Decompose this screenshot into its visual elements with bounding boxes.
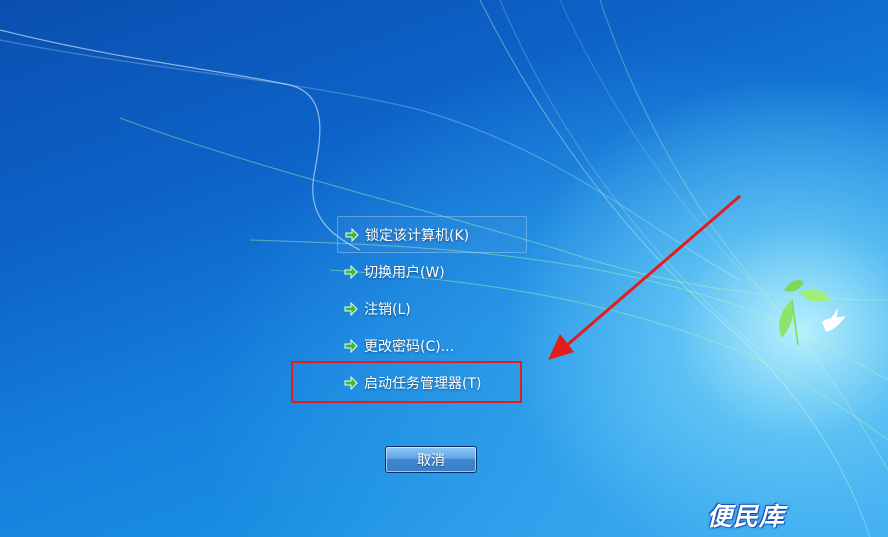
cancel-button[interactable]: 取消 xyxy=(385,446,477,473)
watermark-logo: 便民库 xyxy=(707,502,786,531)
